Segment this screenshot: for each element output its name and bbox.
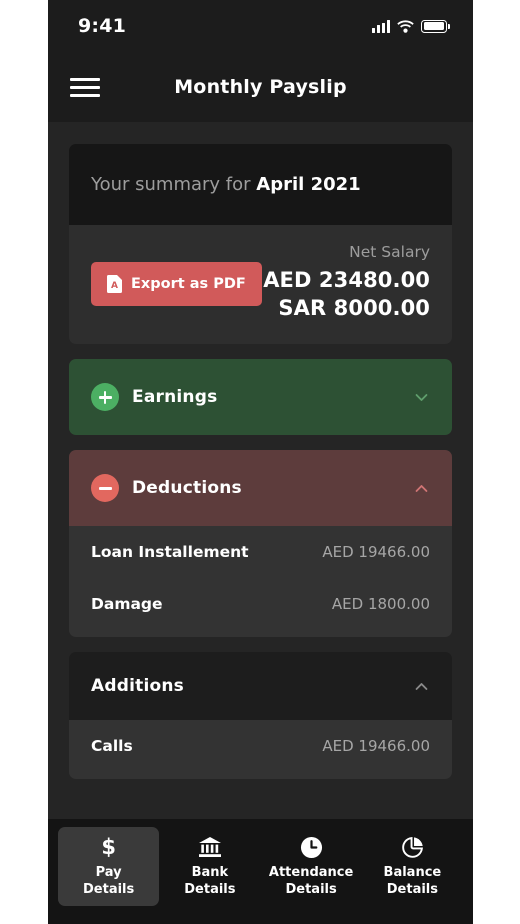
- nav-item-balance-details[interactable]: Balance Details: [362, 827, 463, 906]
- row-label: Calls: [91, 737, 133, 756]
- chevron-down-icon[interactable]: [413, 389, 430, 406]
- minus-circle-icon: [91, 474, 119, 503]
- bank-icon: [198, 837, 221, 858]
- row-value: AED 19466.00: [322, 737, 430, 756]
- section-additions: Additions Calls AED 19466.00: [69, 652, 452, 780]
- nav-label-line1: Balance: [383, 865, 442, 881]
- net-salary-label: Net Salary: [349, 243, 430, 261]
- section-earnings: Earnings: [69, 359, 452, 436]
- nav-label-line2: Details: [83, 881, 135, 897]
- nav-label-line1: Bank: [191, 865, 229, 881]
- export-as-pdf-button[interactable]: Export as PDF: [91, 262, 262, 306]
- bottom-navigation: $ Pay Details Bank Details Attendance De…: [48, 819, 473, 924]
- net-salary-block: Net Salary AED 23480.00 SAR 8000.00: [263, 243, 430, 322]
- nav-item-pay-details[interactable]: $ Pay Details: [58, 827, 160, 906]
- wifi-icon: [397, 19, 414, 33]
- row-value: AED 1800.00: [331, 595, 430, 614]
- net-salary-aed: AED 23480.00: [263, 268, 430, 292]
- summary-period: April 2021: [256, 174, 361, 195]
- summary-period-text: Your summary for April 2021: [91, 174, 430, 195]
- plus-circle-icon: [91, 383, 119, 412]
- nav-item-attendance-details[interactable]: Attendance Details: [261, 827, 362, 906]
- status-time: 9:41: [78, 15, 127, 37]
- nav-label-line2: Details: [285, 881, 337, 897]
- section-title-additions: Additions: [91, 676, 184, 697]
- table-row[interactable]: Loan Installement AED 19466.00: [69, 526, 452, 578]
- section-header-additions[interactable]: Additions: [69, 652, 452, 721]
- hamburger-menu-icon[interactable]: [70, 74, 100, 101]
- row-label: Loan Installement: [91, 543, 249, 562]
- pie-chart-icon: [402, 836, 423, 858]
- nav-label-line2: Details: [386, 881, 438, 897]
- app-screen: 9:41 Monthly Payslip Your summary for Ap…: [48, 0, 473, 924]
- row-value: AED 19466.00: [322, 543, 430, 562]
- clock-icon: [300, 836, 322, 858]
- summary-prefix: Your summary for: [91, 174, 257, 195]
- app-header: Monthly Payslip: [48, 52, 473, 122]
- summary-card: Your summary for April 2021 Export as PD…: [69, 144, 452, 345]
- section-deductions: Deductions Loan Installement AED 19466.0…: [69, 450, 452, 638]
- nav-label-line1: Attendance: [268, 865, 354, 881]
- nav-label-line1: Pay: [95, 865, 122, 881]
- battery-icon: [421, 19, 450, 33]
- status-bar: 9:41: [48, 0, 473, 52]
- nav-item-bank-details[interactable]: Bank Details: [159, 827, 260, 906]
- chevron-up-icon[interactable]: [413, 480, 430, 497]
- cellular-signal-icon: [372, 19, 390, 33]
- section-header-earnings[interactable]: Earnings: [69, 359, 452, 436]
- pdf-file-icon: [107, 275, 122, 293]
- table-row[interactable]: Damage AED 1800.00: [69, 578, 452, 637]
- net-salary-sar: SAR 8000.00: [278, 295, 430, 320]
- export-as-pdf-label: Export as PDF: [131, 276, 246, 292]
- summary-actions: Export as PDF Net Salary AED 23480.00 SA…: [69, 225, 452, 345]
- status-icons: [372, 19, 450, 33]
- section-body-deductions: Loan Installement AED 19466.00 Damage AE…: [69, 526, 452, 638]
- table-row[interactable]: Calls AED 19466.00: [69, 720, 452, 779]
- page-title: Monthly Payslip: [174, 76, 347, 98]
- row-label: Damage: [91, 595, 163, 614]
- summary-period-banner: Your summary for April 2021: [69, 144, 452, 225]
- dollar-sign-icon: $: [101, 835, 116, 860]
- section-header-deductions[interactable]: Deductions: [69, 450, 452, 527]
- content-area: Your summary for April 2021 Export as PD…: [48, 122, 473, 780]
- section-title-earnings: Earnings: [132, 387, 218, 408]
- nav-label-line2: Details: [184, 881, 236, 897]
- section-body-additions: Calls AED 19466.00: [69, 720, 452, 780]
- chevron-up-icon[interactable]: [413, 678, 430, 695]
- section-title-deductions: Deductions: [132, 478, 242, 499]
